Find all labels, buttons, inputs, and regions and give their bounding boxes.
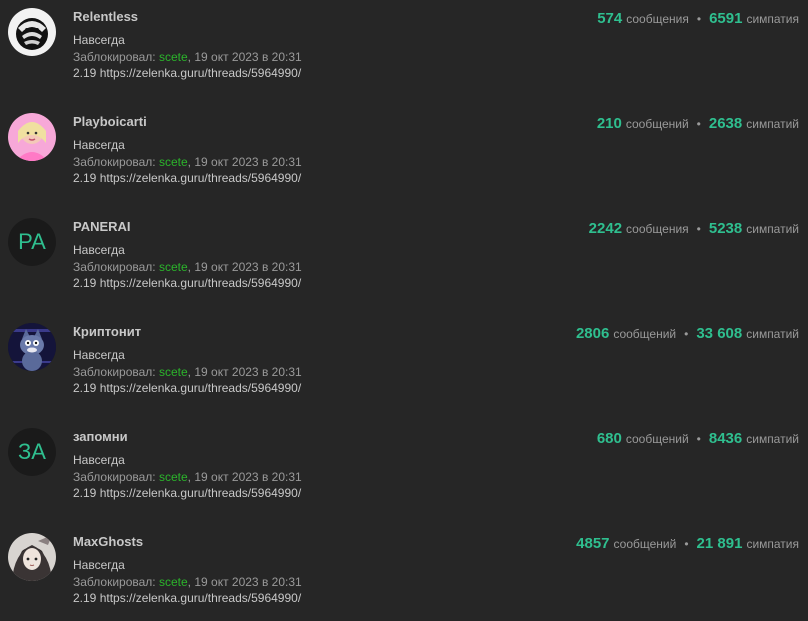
moderator-link[interactable]: scete — [159, 365, 188, 379]
messages-label: сообщения — [626, 12, 689, 26]
messages-label: сообщения — [626, 222, 689, 236]
ban-reason: 2.19 https://zelenka.guru/threads/596499… — [73, 381, 302, 395]
likes-label: симпатий — [746, 327, 799, 341]
user-stats: 4857 сообщений • 21 891 симпатия — [576, 535, 799, 552]
likes-count[interactable]: 6591 — [709, 10, 742, 27]
anime-portrait-icon — [8, 533, 56, 581]
avatar[interactable] — [8, 8, 56, 56]
list-item: PA PANERAI 2242 сообщения • 5238 симпати… — [0, 210, 808, 315]
avatar[interactable]: PA — [8, 218, 56, 266]
likes-count[interactable]: 33 608 — [696, 325, 742, 342]
user-stats: 210 сообщений • 2638 симпатий — [597, 115, 799, 132]
messages-count[interactable]: 210 — [597, 115, 622, 132]
messages-count[interactable]: 680 — [597, 430, 622, 447]
separator-dot: • — [696, 222, 701, 236]
ban-reason: 2.19 https://zelenka.guru/threads/596499… — [73, 486, 302, 500]
messages-label: сообщений — [625, 117, 689, 131]
banned-by-label: Заблокировал: — [73, 260, 156, 274]
banned-by-label: Заблокировал: — [73, 50, 156, 64]
ban-reason: 2.19 https://zelenka.guru/threads/596499… — [73, 66, 302, 80]
likes-count[interactable]: 8436 — [709, 430, 742, 447]
ban-reason: 2.19 https://zelenka.guru/threads/596499… — [73, 591, 302, 605]
username-link[interactable]: MaxGhosts — [73, 534, 143, 549]
ban-reason: 2.19 https://zelenka.guru/threads/596499… — [73, 276, 302, 290]
banned-by-line: Заблокировал: scete, 19 окт 2023 в 20:31 — [73, 575, 302, 589]
avatar-initials: PA — [18, 229, 46, 254]
list-item: Relentless 574 сообщения • 6591 симпатия… — [0, 0, 808, 105]
separator-dot: • — [696, 117, 701, 131]
user-stats: 680 сообщений • 8436 симпатий — [597, 430, 799, 447]
list-item: Playboicarti 210 сообщений • 2638 симпат… — [0, 105, 808, 210]
banned-by-label: Заблокировал: — [73, 470, 156, 484]
ban-date: 19 окт 2023 в 20:31 — [194, 470, 302, 484]
ban-date: 19 окт 2023 в 20:31 — [194, 260, 302, 274]
ban-duration: Навсегда — [73, 138, 125, 152]
ban-date: 19 окт 2023 в 20:31 — [194, 575, 302, 589]
ban-date: 19 окт 2023 в 20:31 — [194, 155, 302, 169]
list-item: MaxGhosts 4857 сообщений • 21 891 симпат… — [0, 525, 808, 621]
user-stats: 2806 сообщений • 33 608 симпатий — [576, 325, 799, 342]
banned-by-label: Заблокировал: — [73, 365, 156, 379]
avatar[interactable]: ЗА — [8, 428, 56, 476]
likes-count[interactable]: 21 891 — [697, 535, 743, 552]
username-link[interactable]: Криптонит — [73, 324, 141, 339]
messages-count[interactable]: 574 — [597, 10, 622, 27]
separator-dot: • — [696, 12, 702, 26]
moderator-link[interactable]: scete — [159, 470, 188, 484]
banned-by-line: Заблокировал: scete, 19 окт 2023 в 20:31 — [73, 470, 302, 484]
ban-date: 19 окт 2023 в 20:31 — [194, 50, 302, 64]
separator-dot: • — [696, 432, 701, 446]
banned-by-line: Заблокировал: scete, 19 окт 2023 в 20:31 — [73, 155, 302, 169]
likes-label: симпатия — [746, 12, 799, 26]
likes-count[interactable]: 2638 — [709, 115, 742, 132]
ban-date: 19 окт 2023 в 20:31 — [194, 365, 302, 379]
banned-by-line: Заблокировал: scete, 19 окт 2023 в 20:31 — [73, 260, 302, 274]
pink-portrait-icon — [8, 113, 56, 161]
list-item: ЗА запомни 680 сообщений • 8436 симпатий… — [0, 420, 808, 525]
username-link[interactable]: Playboicarti — [73, 114, 147, 129]
moderator-link[interactable]: scete — [159, 50, 188, 64]
banned-by-line: Заблокировал: scete, 19 окт 2023 в 20:31 — [73, 365, 302, 379]
avatar[interactable] — [8, 323, 56, 371]
likes-label: симпатия — [746, 537, 799, 551]
banned-users-list: Relentless 574 сообщения • 6591 симпатия… — [0, 0, 808, 621]
user-stats: 2242 сообщения • 5238 симпатий — [589, 220, 799, 237]
banned-by-label: Заблокировал: — [73, 575, 156, 589]
ban-duration: Навсегда — [73, 243, 125, 257]
likes-count[interactable]: 5238 — [709, 220, 742, 237]
moderator-link[interactable]: scete — [159, 155, 188, 169]
avatar[interactable] — [8, 113, 56, 161]
moderator-link[interactable]: scete — [159, 575, 188, 589]
user-stats: 574 сообщения • 6591 симпатия — [597, 10, 799, 27]
messages-label: сообщений — [613, 537, 677, 551]
username-link[interactable]: PANERAI — [73, 219, 131, 234]
banned-by-label: Заблокировал: — [73, 155, 156, 169]
likes-label: симпатий — [746, 432, 799, 446]
banned-by-line: Заблокировал: scete, 19 окт 2023 в 20:31 — [73, 50, 302, 64]
likes-label: симпатий — [746, 222, 799, 236]
ban-reason: 2.19 https://zelenka.guru/threads/596499… — [73, 171, 302, 185]
list-item: Криптонит 2806 сообщений • 33 608 симпат… — [0, 315, 808, 420]
avatar-initials: ЗА — [18, 439, 46, 464]
ban-duration: Навсегда — [73, 453, 125, 467]
separator-dot: • — [684, 327, 689, 341]
username-link[interactable]: запомни — [73, 429, 128, 444]
messages-label: сообщений — [613, 327, 677, 341]
messages-count[interactable]: 2806 — [576, 325, 609, 342]
messages-label: сообщений — [625, 432, 689, 446]
moderator-link[interactable]: scete — [159, 260, 188, 274]
cartoon-cat-icon — [8, 323, 56, 371]
mask-icon — [8, 8, 56, 56]
likes-label: симпатий — [746, 117, 799, 131]
ban-duration: Навсегда — [73, 33, 125, 47]
separator-dot: • — [684, 537, 689, 551]
avatar[interactable] — [8, 533, 56, 581]
messages-count[interactable]: 2242 — [589, 220, 622, 237]
messages-count[interactable]: 4857 — [576, 535, 609, 552]
username-link[interactable]: Relentless — [73, 9, 138, 24]
ban-duration: Навсегда — [73, 348, 125, 362]
ban-duration: Навсегда — [73, 558, 125, 572]
